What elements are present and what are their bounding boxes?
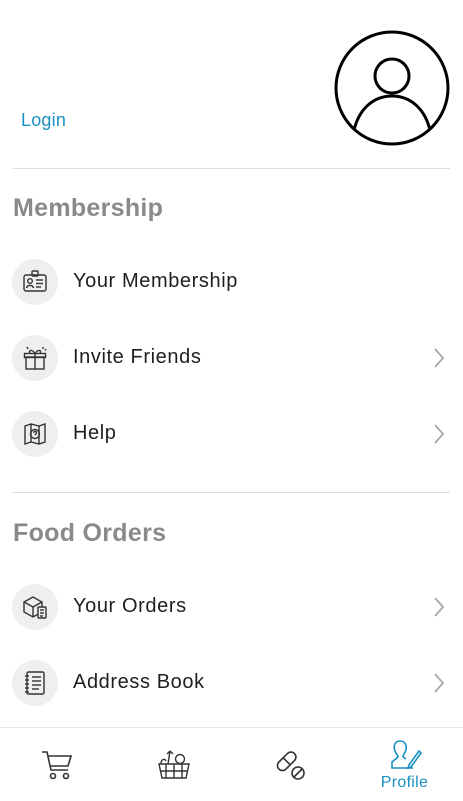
tab-label-profile: Profile (380, 774, 429, 791)
section-title-membership: Membership (13, 194, 164, 222)
tab-profile[interactable]: Profile (347, 728, 462, 801)
menu-item-label: Your Membership (73, 270, 239, 292)
chevron-right-icon (434, 673, 445, 693)
chevron-right-icon (434, 348, 445, 368)
menu-item-label: Address Book (73, 671, 205, 693)
tab-pharmacy[interactable] (232, 728, 347, 801)
menu-item-label: Help (73, 422, 117, 444)
tab-grocery[interactable] (116, 728, 231, 801)
menu-item-label: Invite Friends (73, 346, 202, 368)
grocery-basket-icon (158, 750, 190, 779)
address-book-icon (12, 660, 58, 706)
gift-icon (12, 335, 58, 381)
chevron-right-icon (434, 424, 445, 444)
pill-icon (276, 751, 305, 780)
chevron-right-icon (434, 597, 445, 617)
menu-item-label: Your Orders (73, 595, 187, 617)
profile-header: Login (0, 0, 463, 168)
menu-item-help[interactable]: Help (0, 397, 463, 473)
package-icon (12, 584, 58, 630)
divider (13, 492, 450, 493)
divider (13, 168, 450, 169)
help-map-icon (12, 411, 58, 457)
tab-cart[interactable] (0, 728, 115, 801)
cart-icon (42, 751, 73, 780)
menu-item-invite-friends[interactable]: Invite Friends (0, 321, 463, 397)
menu-item-address-book[interactable]: Address Book (0, 646, 463, 722)
profile-icon (391, 740, 422, 770)
section-title-food-orders: Food Orders (13, 519, 167, 547)
menu-item-your-membership[interactable]: Your Membership (0, 245, 463, 321)
menu-item-your-orders[interactable]: Your Orders (0, 570, 463, 646)
login-link[interactable]: Login (21, 110, 66, 131)
user-circle-icon[interactable] (334, 30, 450, 146)
bottom-tab-bar: Profile (0, 727, 463, 801)
id-card-icon (12, 259, 58, 305)
